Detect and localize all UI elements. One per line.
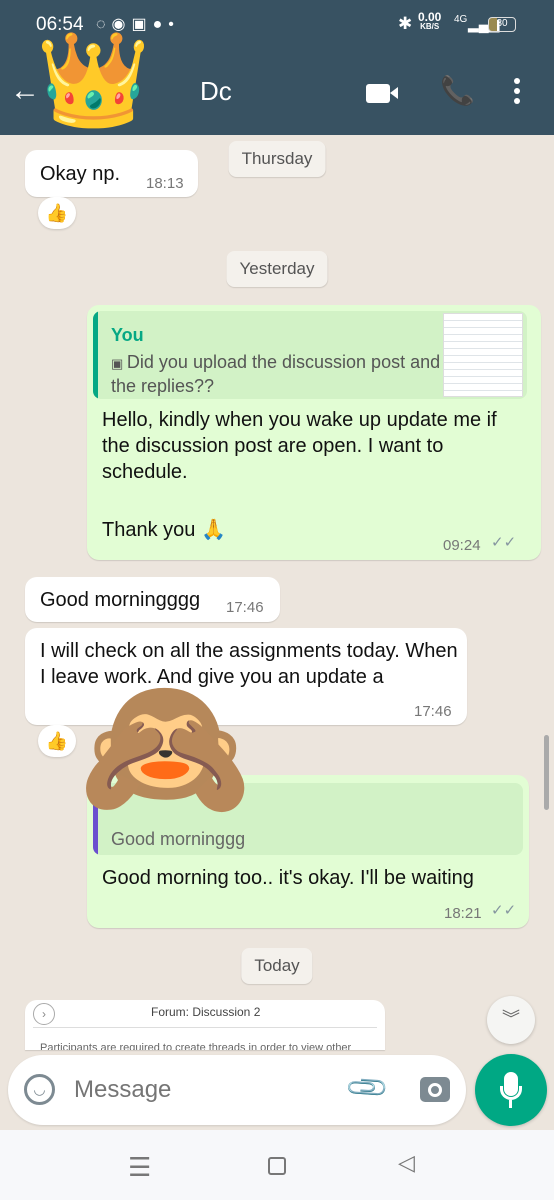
voice-message-button[interactable] — [475, 1054, 547, 1126]
quote-text: ▣ Did you upload the discussion post and… — [111, 352, 441, 396]
reaction-thumbs-up[interactable]: 👍 — [38, 197, 76, 229]
video-call-icon[interactable] — [366, 84, 398, 103]
chevron-right-icon: › — [33, 1003, 55, 1025]
image-icon: ▣ — [111, 356, 127, 371]
date-divider: Today — [241, 948, 313, 984]
message-time: 17:46 — [226, 599, 264, 616]
quote-text: Good morninggg — [111, 829, 246, 849]
contact-name[interactable]: Dc — [200, 76, 232, 107]
double-check-icon: ✓✓ — [491, 534, 517, 551]
message-time: 17:46 — [414, 703, 452, 720]
scroll-down-button[interactable]: ︾ — [487, 996, 535, 1044]
message-text: Hello, kindly when you wake up update me… — [102, 409, 497, 483]
reaction-thumbs-up[interactable]: 👍 — [38, 725, 76, 757]
net-speed: 0.00 KB/S — [418, 10, 442, 31]
quote-thumbnail — [443, 313, 523, 397]
image-message[interactable]: › Forum: Discussion 2 Participants are r… — [25, 1000, 385, 1050]
message-time: 18:13 — [146, 175, 184, 192]
message-time: 09:24 — [443, 537, 481, 554]
menu-icon[interactable]: ☰ — [128, 1152, 151, 1183]
message-input[interactable] — [74, 1073, 324, 1107]
message-outgoing[interactable]: You ▣ Did you upload the discussion post… — [87, 305, 541, 560]
message-composer[interactable]: ◡ 📎 — [8, 1055, 466, 1125]
network-label: 4G — [454, 14, 468, 25]
double-check-icon: ✓✓ — [491, 902, 517, 919]
back-nav-icon[interactable]: ◁ — [398, 1150, 415, 1176]
crown-emoji-avatar[interactable]: 👑 — [36, 30, 151, 130]
emoji-icon[interactable]: ◡ — [24, 1074, 55, 1105]
more-options-icon[interactable] — [514, 78, 520, 104]
message-text: Okay np. — [40, 163, 121, 185]
image-title: Forum: Discussion 2 — [151, 1005, 261, 1019]
date-divider: Yesterday — [226, 251, 328, 287]
phone-call-icon[interactable]: 📞 — [440, 74, 475, 107]
image-text: Participants are required to create thre… — [40, 1042, 352, 1050]
home-icon[interactable] — [268, 1157, 286, 1175]
message-incoming[interactable]: Good morningggg 17:46 — [25, 577, 280, 622]
paperclip-icon[interactable]: 📎 — [343, 1064, 391, 1112]
date-divider: Thursday — [228, 141, 326, 177]
bluetooth-icon: ✱ — [398, 14, 413, 33]
top-bar: 06:54 ◌◉▣●• ✱ 0.00 KB/S 4G ▂▄▆ 30 ← 👑 Dc … — [0, 0, 554, 135]
battery-icon: 30 — [488, 17, 516, 32]
camera-icon[interactable] — [420, 1077, 450, 1102]
quoted-message[interactable]: You ▣ Did you upload the discussion post… — [93, 311, 527, 399]
message-incoming[interactable]: Okay np. 18:13 — [25, 150, 198, 197]
system-nav-bar: ☰ ◁ — [0, 1130, 554, 1200]
quote-author: You — [111, 325, 144, 345]
message-text: Thank you 🙏 — [102, 519, 226, 541]
message-text: Good morning too.. it's okay. I'll be wa… — [102, 867, 474, 889]
message-time: 18:21 — [444, 905, 482, 922]
see-no-evil-monkey-sticker: 🙈 — [78, 668, 253, 825]
scrollbar[interactable] — [544, 735, 549, 810]
message-text: Good morningggg — [40, 589, 201, 611]
